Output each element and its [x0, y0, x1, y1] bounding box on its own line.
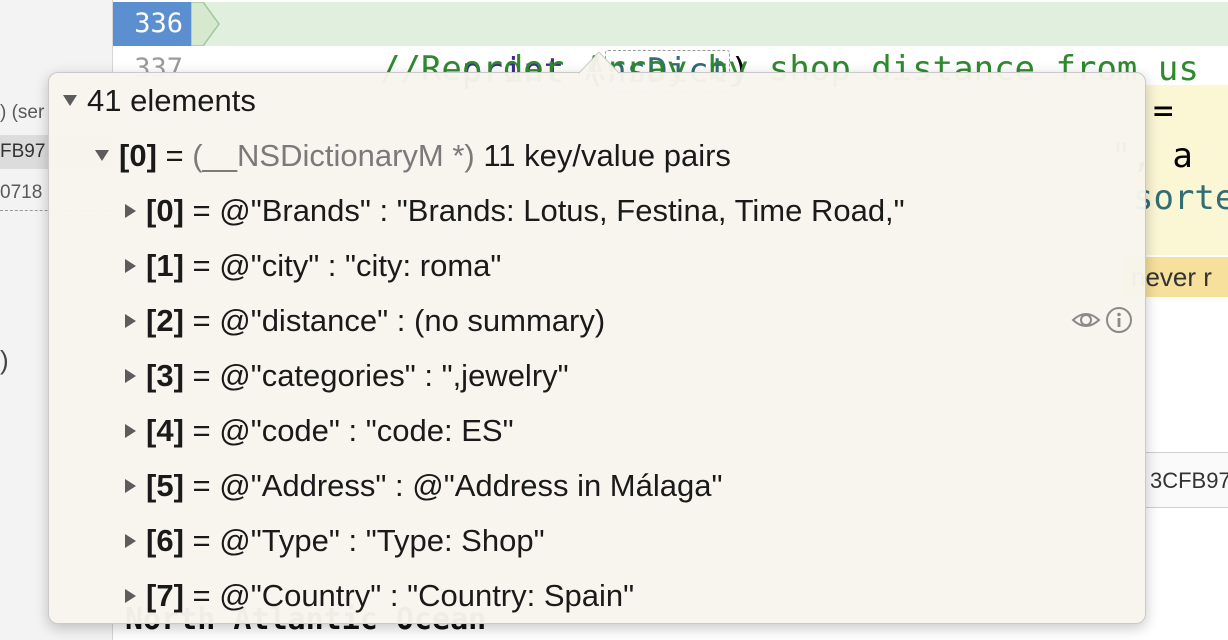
child-text: = @"Brands" : "Brands: Lotus, Festina, T…: [183, 193, 905, 228]
variable-datatip-popover[interactable]: 41 elements [0] = (__NSDictionaryM *) 11…: [48, 52, 1146, 624]
tree-row-child-2[interactable]: [2] = @"distance" : (no summary): [125, 301, 605, 341]
tree-row-child-5[interactable]: [5] = @"Address" : @"Address in Málaga": [125, 466, 723, 506]
child-text: = @"Address" : @"Address in Málaga": [183, 468, 723, 503]
disclosure-triangle-expanded-icon[interactable]: [63, 95, 77, 107]
sidebar-row-label: 0718: [0, 182, 43, 203]
sidebar-fragment: ): [0, 345, 9, 375]
child-text: = @"Country" : "Country: Spain": [183, 578, 635, 613]
child-text: = @"city" : "city: roma": [183, 248, 502, 283]
disclosure-triangle-collapsed-icon[interactable]: [125, 423, 136, 438]
tree-row-child-0[interactable]: [0] = @"Brands" : "Brands: Lotus, Festin…: [125, 191, 905, 231]
child-index: [6]: [146, 523, 184, 558]
popover-arrow: [579, 52, 619, 74]
disclosure-triangle-collapsed-icon[interactable]: [125, 588, 136, 603]
code-fragment-equals: =: [1153, 91, 1174, 131]
quick-look-eye-icon[interactable]: [1071, 305, 1101, 335]
sidebar-row-label: ) (ser: [0, 102, 45, 123]
sidebar-row-label: FB97: [0, 141, 46, 162]
disclosure-triangle-collapsed-icon[interactable]: [125, 368, 136, 383]
disclosure-triangle-expanded-icon[interactable]: [95, 150, 109, 162]
tree-row-child-4[interactable]: [4] = @"code" : "code: ES": [125, 411, 514, 451]
child-text: = @"categories" : ",jewelry": [183, 358, 569, 393]
child-index: [1]: [146, 248, 184, 283]
disclosure-triangle-collapsed-icon[interactable]: [125, 313, 136, 328]
tree-row-root[interactable]: 41 elements: [63, 81, 256, 121]
item-summary: 11 key/value pairs: [474, 138, 731, 173]
tree-row-item-0[interactable]: [0] = (__NSDictionaryM *) 11 key/value p…: [95, 136, 731, 176]
disclosure-triangle-collapsed-icon[interactable]: [125, 478, 136, 493]
child-index: [4]: [146, 413, 184, 448]
tree-row-child-3[interactable]: [3] = @"categories" : ",jewelry": [125, 356, 569, 396]
debug-value-box[interactable]: 3CFB97: [1143, 452, 1228, 508]
tree-row-child-1[interactable]: [1] = @"city" : "city: roma": [125, 246, 501, 286]
child-text: = @"Type" : "Type: Shop": [183, 523, 545, 558]
row-actions: [1071, 305, 1133, 335]
root-label: 41 elements: [87, 83, 256, 118]
disclosure-triangle-collapsed-icon[interactable]: [125, 203, 136, 218]
item-type: (__NSDictionaryM *): [192, 138, 475, 173]
child-index: [2]: [146, 303, 184, 338]
code-line-336[interactable]: print (nsDict): [380, 2, 751, 92]
tree-row-child-6[interactable]: [6] = @"Type" : "Type: Shop": [125, 521, 545, 561]
disclosure-triangle-collapsed-icon[interactable]: [125, 258, 136, 273]
child-index: [5]: [146, 468, 184, 503]
line-number-current[interactable]: 336: [113, 2, 191, 46]
info-icon[interactable]: [1105, 306, 1133, 334]
child-index: [0]: [146, 193, 184, 228]
instruction-pointer-icon[interactable]: [191, 2, 221, 46]
disclosure-triangle-collapsed-icon[interactable]: [125, 533, 136, 548]
code-fragment-sorted: sorte: [1133, 178, 1228, 218]
child-index: [3]: [146, 358, 184, 393]
tree-row-child-7[interactable]: [7] = @"Country" : "Country: Spain": [125, 576, 634, 616]
child-text: = @"distance" : (no summary): [183, 303, 606, 338]
item-index: [0]: [119, 138, 157, 173]
child-text: = @"code" : "code: ES": [183, 413, 514, 448]
item-equals: =: [156, 138, 193, 173]
child-index: [7]: [146, 578, 184, 613]
